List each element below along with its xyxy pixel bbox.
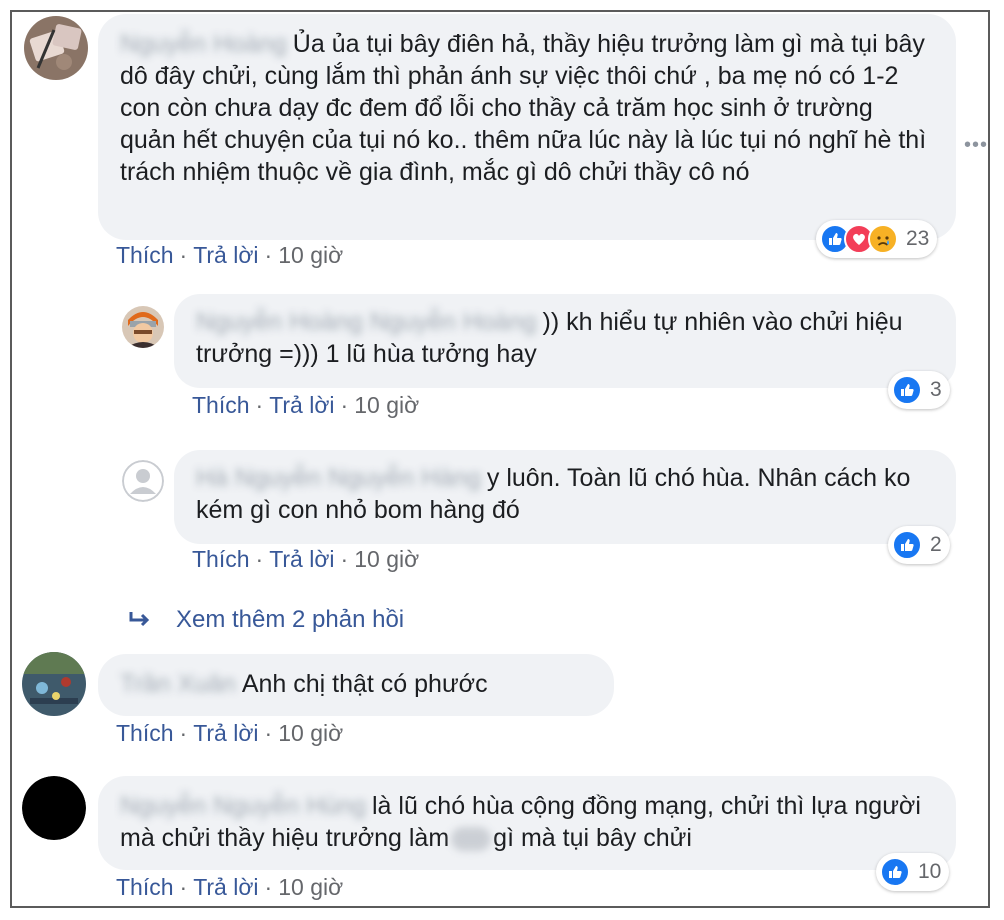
like-icon [892,375,922,405]
reply-link[interactable]: Trả lời [193,242,258,268]
separator: · [264,242,273,268]
separator: · [264,874,273,900]
commenter-avatar[interactable] [24,16,88,80]
like-link[interactable]: Thích [116,874,174,900]
separator: · [179,720,188,746]
view-more-label: Xem thêm 2 phản hồi [176,606,405,633]
reaction-count: 23 [906,227,930,250]
like-link[interactable]: Thích [192,546,250,572]
comment-actions: Thích · Trả lời · 10 giờ [116,242,343,269]
comment-bubble: Trần Xuân Anh chị thật có phước [98,654,614,716]
commenter-name[interactable]: Nguyễn Nguyễn Hùng [120,792,366,820]
comment-thread-frame: Nguyễn Hoàng Ủa ủa tụi bây điên hả, thầy … [10,10,990,908]
comment-bubble: Nguyễn Nguyễn Hùng là lũ chó hùa cộng đồn… [98,776,956,870]
view-more-replies-link[interactable]: Xem thêm 2 phản hồi [128,606,404,634]
reply-actions: Thích · Trả lời · 10 giờ [192,392,419,419]
timestamp[interactable]: 10 giờ [354,392,419,418]
comment-text-part: gì mà tụi bây chửi [493,824,692,852]
comment-actions: Thích · Trả lời · 10 giờ [116,874,343,901]
reply-link[interactable]: Trả lời [269,392,334,418]
reaction-count: 2 [930,533,942,556]
reply-arrow-icon [128,610,152,630]
reply-link[interactable]: Trả lời [193,720,258,746]
like-icon [880,857,910,887]
commenter-avatar[interactable] [22,652,86,716]
separator: · [255,546,264,572]
reply-bubble: Hà Nguyễn Nguyễn Hàng y luôn. Toàn lũ chó… [174,450,956,544]
redacted-word [451,827,492,852]
timestamp[interactable]: 10 giờ [278,242,343,268]
reply-bubble: Nguyễn Hoàng Nguyễn Hoàng)) kh hiểu tự n… [174,294,956,388]
like-icon [892,530,922,560]
separator: · [179,242,188,268]
reply-link[interactable]: Trả lời [193,874,258,900]
reaction-count: 10 [918,860,942,883]
timestamp[interactable]: 10 giờ [278,720,343,746]
timestamp[interactable]: 10 giờ [278,874,343,900]
replier-name[interactable]: Nguyễn Hoàng Nguyễn Hoàng [196,308,537,336]
reply-link[interactable]: Trả lời [269,546,334,572]
like-link[interactable]: Thích [116,720,174,746]
commenter-name[interactable]: Nguyễn Hoàng [120,30,287,58]
reaction-summary[interactable]: 2 [888,526,950,564]
comment-bubble: Nguyễn Hoàng Ủa ủa tụi bây điên hả, thầy … [98,14,956,240]
replier-avatar[interactable] [122,306,164,348]
reaction-count: 3 [930,378,942,401]
comment-text: Anh chị thật có phước [241,670,488,698]
like-link[interactable]: Thích [116,242,174,268]
timestamp[interactable]: 10 giờ [354,546,419,572]
reaction-summary[interactable]: 10 [876,853,950,891]
separator: · [179,874,188,900]
more-options-icon[interactable]: ••• [964,134,988,157]
separator: · [340,546,349,572]
replier-avatar[interactable] [122,460,164,502]
sad-icon [868,224,898,254]
reaction-summary[interactable]: 3 [888,371,950,409]
separator: · [340,392,349,418]
comment-actions: Thích · Trả lời · 10 giờ [116,720,343,747]
like-link[interactable]: Thích [192,392,250,418]
replier-name[interactable]: Hà Nguyễn Nguyễn Hàng [196,464,481,492]
commenter-avatar[interactable] [22,776,86,840]
reply-actions: Thích · Trả lời · 10 giờ [192,546,419,573]
commenter-name[interactable]: Trần Xuân [120,670,236,698]
separator: · [264,720,273,746]
separator: · [255,392,264,418]
reaction-summary[interactable]: 23 [816,220,938,258]
